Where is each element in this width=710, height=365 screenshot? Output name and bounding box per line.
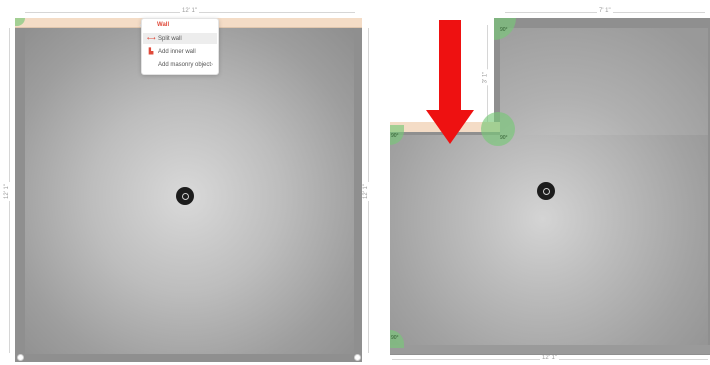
- room-right-floor-upper[interactable]: [500, 28, 708, 148]
- wall-context-menu: Wall ⟷ Split wall ▙ Add inner wall Add m…: [141, 18, 219, 75]
- right-bottom-dimension-label: 12' 1": [540, 355, 559, 362]
- split-icon: ⟷: [147, 36, 156, 42]
- corner-dot-bottom-right[interactable]: [354, 354, 361, 361]
- menu-item-split-wall[interactable]: ⟷ Split wall: [143, 33, 217, 44]
- left-dimension-label: 12' 1": [3, 182, 11, 201]
- menu-item-label: Split wall: [158, 35, 182, 42]
- room-center-marker-right[interactable]: [537, 182, 555, 200]
- corner-angle-label: 90°: [391, 335, 399, 341]
- menu-item-label: Add inner wall: [158, 48, 196, 55]
- menu-item-label: Add masonry object: [158, 61, 212, 68]
- right-dimension-label: 12' 1": [362, 182, 370, 201]
- corner-dot-bottom-left[interactable]: [17, 354, 24, 361]
- chevron-right-icon: ›: [211, 61, 213, 68]
- inner-wall-icon: ▙: [148, 49, 154, 55]
- top-dimension-label: 12' 1": [180, 8, 199, 15]
- room-right-bottom-wall[interactable]: [390, 345, 710, 354]
- right-top-dimension-label: 7' 1": [597, 8, 613, 15]
- corner-handle-inner[interactable]: [481, 112, 515, 146]
- room-center-marker[interactable]: [176, 187, 194, 205]
- menu-item-add-masonry-object[interactable]: Add masonry object ›: [143, 59, 217, 70]
- menu-title: Wall: [157, 22, 170, 28]
- room-right-floor-lower[interactable]: [390, 135, 708, 345]
- menu-item-add-inner-wall[interactable]: ▙ Add inner wall: [143, 46, 217, 57]
- corner-angle-label: 90°: [500, 135, 508, 141]
- corner-angle-label: 90°: [500, 27, 508, 33]
- red-arrow-indicator: [426, 20, 474, 144]
- corner-angle-label: 90°: [391, 133, 399, 139]
